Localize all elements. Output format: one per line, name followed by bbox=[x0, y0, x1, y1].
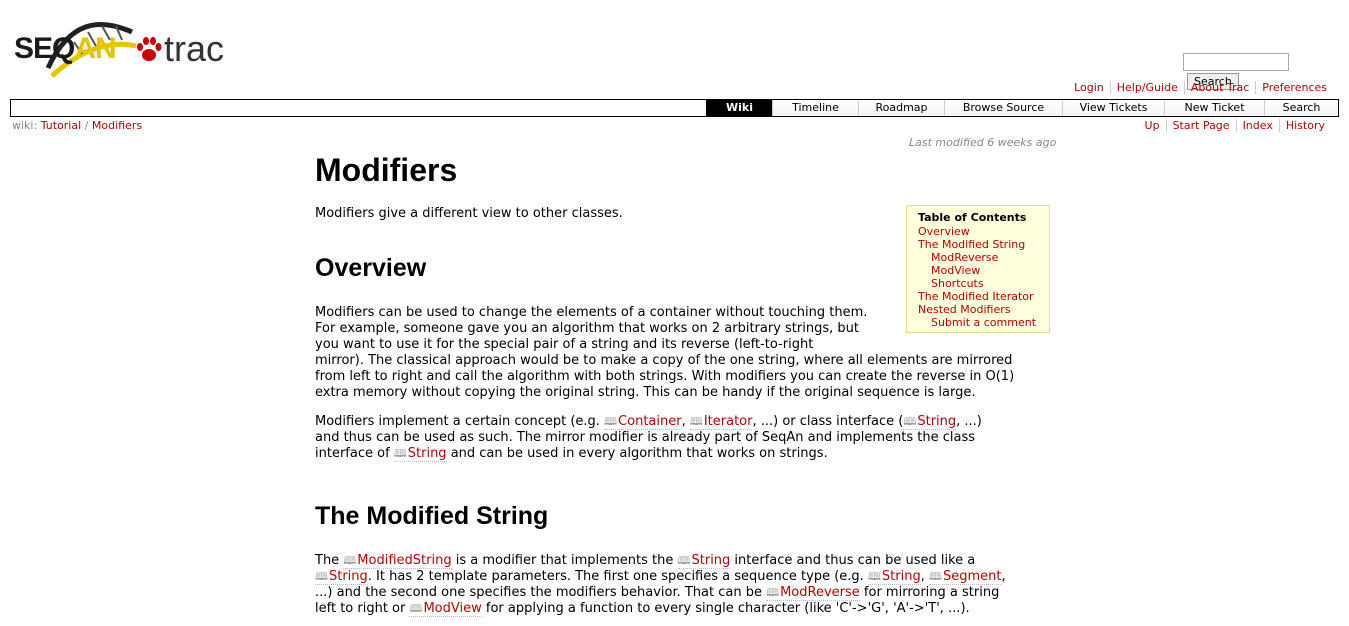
wiki-link-modreverse[interactable]: ModReverse bbox=[766, 585, 860, 601]
logo-seqan-text: SEQAN bbox=[14, 32, 117, 65]
page-title: Modifiers bbox=[315, 152, 458, 188]
site-logo[interactable]: SEQAN trac bbox=[14, 10, 229, 82]
wiki-link-string-3[interactable]: String bbox=[677, 553, 731, 569]
overview-paragraph-1: Modifiers can be used to change the elem… bbox=[315, 305, 1015, 400]
tab-browse-source[interactable]: Browse Source bbox=[944, 100, 1062, 116]
wiki-link-modview[interactable]: ModView bbox=[409, 601, 482, 617]
up-link[interactable]: Up bbox=[1145, 119, 1160, 132]
wiki-link-string-4[interactable]: String bbox=[315, 569, 368, 585]
about-trac-link[interactable]: About Trac bbox=[1191, 81, 1249, 94]
login-link[interactable]: Login bbox=[1074, 81, 1104, 94]
start-page-link[interactable]: Start Page bbox=[1173, 119, 1230, 132]
tab-timeline[interactable]: Timeline bbox=[772, 100, 858, 116]
heading-modified-string: The Modified String bbox=[315, 502, 549, 530]
logo-trac-text: trac bbox=[164, 28, 225, 69]
wiki-content: Modifiers Modifiers give a different vie… bbox=[315, 148, 1048, 617]
overview-paragraph-2: Modifiers implement a certain concept (e… bbox=[315, 414, 1048, 462]
heading-overview: Overview bbox=[315, 254, 427, 282]
tab-view-tickets[interactable]: View Tickets bbox=[1062, 100, 1164, 116]
tab-roadmap[interactable]: Roadmap bbox=[858, 100, 944, 116]
wiki-link-string[interactable]: String bbox=[903, 414, 957, 430]
tab-wiki[interactable]: Wiki bbox=[706, 100, 772, 116]
tab-search[interactable]: Search bbox=[1264, 100, 1338, 116]
wiki-link-container[interactable]: Container bbox=[604, 414, 682, 430]
intro-paragraph: Modifiers give a different view to other… bbox=[315, 206, 623, 221]
wiki-link-string-5[interactable]: String bbox=[867, 569, 921, 585]
main-nav: Wiki Timeline Roadmap Browse Source View… bbox=[10, 99, 1339, 117]
breadcrumb-tutorial[interactable]: Tutorial bbox=[41, 119, 81, 132]
help-guide-link[interactable]: Help/Guide bbox=[1117, 81, 1178, 94]
breadcrumb-separator: / bbox=[84, 119, 89, 132]
wiki-link-string-2[interactable]: String bbox=[393, 446, 447, 462]
breadcrumb-modifiers[interactable]: Modifiers bbox=[92, 119, 142, 132]
wiki-link-iterator[interactable]: Iterator bbox=[689, 414, 753, 430]
index-link[interactable]: Index bbox=[1243, 119, 1273, 132]
breadcrumb: wiki: Tutorial / Modifiers bbox=[12, 119, 142, 132]
history-link[interactable]: History bbox=[1286, 119, 1325, 132]
paw-icon bbox=[137, 37, 162, 61]
wiki-link-modifiedstring[interactable]: ModifiedString bbox=[343, 553, 452, 569]
tab-new-ticket[interactable]: New Ticket bbox=[1164, 100, 1264, 116]
meta-nav: Login Help/Guide About Trac Preferences bbox=[1068, 81, 1333, 94]
modified-string-paragraph: The ModifiedString is a modifier that im… bbox=[315, 553, 1048, 617]
breadcrumb-prefix: wiki: bbox=[12, 119, 38, 132]
search-input[interactable] bbox=[1183, 52, 1289, 71]
preferences-link[interactable]: Preferences bbox=[1262, 81, 1327, 94]
wiki-link-segment[interactable]: Segment bbox=[928, 569, 1002, 585]
